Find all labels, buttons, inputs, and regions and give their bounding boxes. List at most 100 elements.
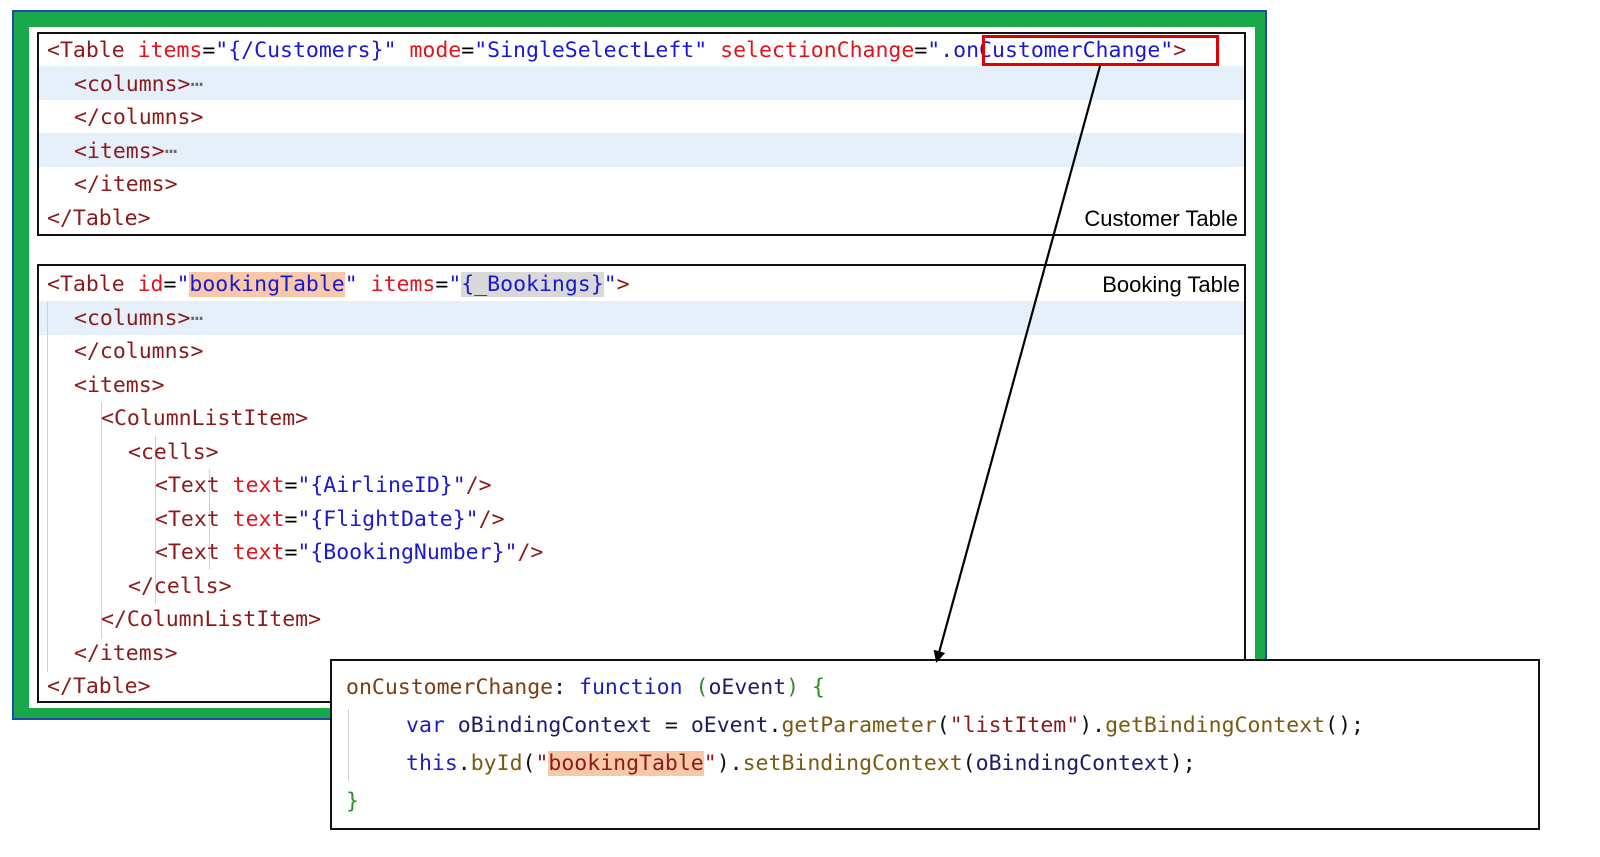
code-token: > <box>616 272 630 297</box>
code-token: items <box>370 272 436 297</box>
customer-table-caption: Customer Table <box>1084 206 1238 231</box>
code-token: function <box>579 675 683 700</box>
code-token: /> <box>517 540 544 565</box>
code-line: <columns>⋯ <box>39 302 1244 335</box>
code-token: " <box>448 272 462 297</box>
code-token: <items> <box>74 372 165 398</box>
code-token: oBindingContext <box>457 713 652 738</box>
code-token: </Table> <box>47 674 151 699</box>
code-token: <Text <box>155 506 233 532</box>
code-token: onCustomerChange <box>346 675 554 700</box>
code-token: getParameter <box>781 713 937 738</box>
booking-table-panel: <Table id="bookingTable" items="{_Bookin… <box>37 264 1246 703</box>
code-token: ⋯ <box>164 138 178 164</box>
code-token: = <box>284 506 298 532</box>
code-token: <cells> <box>128 439 219 465</box>
code-token: = <box>914 38 928 63</box>
code-line: } <box>332 785 1538 818</box>
code-token: "{BookingNumber}" <box>297 540 518 565</box>
booking-table-caption: Booking Table <box>1102 272 1240 297</box>
code-token: </cells> <box>128 573 232 599</box>
code-token: ⋯ <box>190 71 204 97</box>
code-token: oEvent <box>690 713 769 738</box>
code-token: this <box>406 751 458 776</box>
code-token: ). <box>1079 713 1106 738</box>
code-token: bookingTable <box>189 272 345 297</box>
code-token: getBindingContext <box>1105 713 1326 738</box>
code-token: oBindingContext <box>975 751 1170 776</box>
code-token: " <box>176 272 190 297</box>
code-token: "{/Customers}" <box>215 38 397 63</box>
code-token: = <box>284 473 298 498</box>
code-token: " <box>535 751 549 776</box>
code-line: <Text text="{FlightDate}"/> <box>39 503 1244 536</box>
code-token: selectionChange <box>720 38 915 63</box>
code-token: ( <box>522 751 536 776</box>
code-token: /> <box>465 473 492 498</box>
code-token: </columns> <box>74 105 204 130</box>
code-token: <items> <box>74 138 165 164</box>
code-line: <items>⋯ <box>39 135 1244 168</box>
code-token: </columns> <box>74 339 204 364</box>
code-line: <ColumnListItem> <box>39 402 1244 435</box>
code-token: {_Bookings} <box>461 272 604 297</box>
code-token: text <box>232 540 285 565</box>
code-line: <Table id="bookingTable" items="{_Bookin… <box>39 268 1244 301</box>
code-token: oEvent <box>708 675 787 700</box>
code-token: </Table> <box>47 205 151 231</box>
controller-code-panel: onCustomerChange: function (oEvent) { var… <box>330 659 1540 830</box>
code-token: = <box>284 540 298 565</box>
code-token: text <box>232 506 285 532</box>
code-token: </items> <box>74 640 178 666</box>
code-token: ) <box>786 675 800 700</box>
code-token: text <box>232 473 285 498</box>
code-token: ); <box>1169 751 1196 776</box>
code-token: ( <box>962 751 976 776</box>
code-token: = <box>461 38 475 63</box>
code-token: mode <box>409 38 462 63</box>
code-token: /> <box>478 506 505 532</box>
code-token: <Table <box>47 38 138 63</box>
code-token: " <box>703 751 717 776</box>
code-line: <items> <box>39 369 1244 402</box>
code-token: id <box>137 272 164 297</box>
code-token: "{FlightDate}" <box>297 506 479 532</box>
code-token: " <box>603 272 617 297</box>
code-token: ). <box>716 751 743 776</box>
code-line: <Text text="{BookingNumber}"/> <box>39 536 1244 569</box>
code-token: ( <box>936 713 950 738</box>
code-token: = <box>163 272 177 297</box>
code-token: . <box>457 751 471 776</box>
code-line: <Text text="{AirlineID}"/> <box>39 469 1244 502</box>
code-token: (); <box>1325 713 1364 738</box>
code-token: ⋯ <box>190 305 204 331</box>
code-line: onCustomerChange: function (oEvent) { <box>332 671 1538 704</box>
code-token: "listItem" <box>949 713 1080 738</box>
code-token: . <box>768 713 782 738</box>
code-token: " <box>344 272 358 297</box>
code-token: { <box>812 675 825 700</box>
code-line: var oBindingContext = oEvent.getParamete… <box>332 709 1538 742</box>
code-line: </columns> <box>39 335 1244 368</box>
code-token: <columns> <box>74 71 191 97</box>
code-token: "SingleSelectLeft" <box>474 38 708 63</box>
code-token: </ColumnListItem> <box>101 607 322 632</box>
code-token: <Text <box>155 473 233 498</box>
code-line: <cells> <box>39 436 1244 469</box>
code-line: </items> <box>39 168 1244 201</box>
code-line: this.byId("bookingTable").setBindingCont… <box>332 747 1538 780</box>
code-line: </cells> <box>39 570 1244 603</box>
code-line: </ColumnListItem> <box>39 603 1244 636</box>
code-token: ( <box>695 675 709 700</box>
code-token: } <box>346 789 359 814</box>
selection-change-highlight <box>982 35 1219 66</box>
code-token: items <box>137 38 203 63</box>
code-token: = <box>651 713 691 738</box>
code-token: setBindingContext <box>742 751 963 776</box>
